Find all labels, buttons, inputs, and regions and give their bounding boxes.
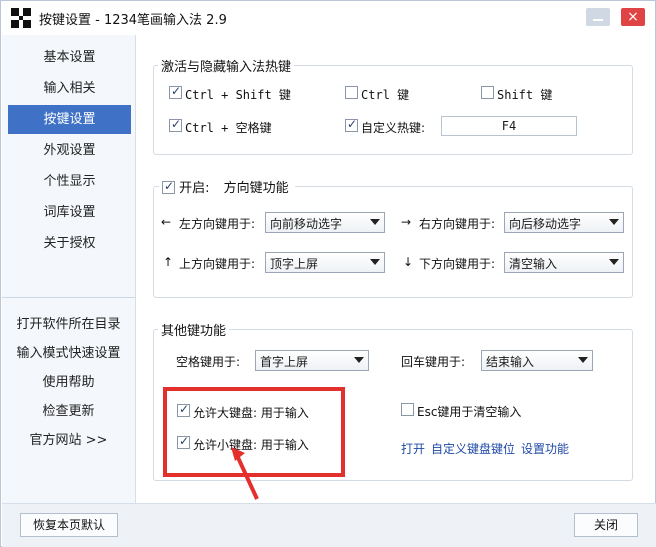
esc-clear-label: Esc键用于清空输入	[417, 405, 522, 419]
open-folder-link[interactable]: 打开软件所在目录	[2, 313, 135, 332]
down-arrow-label: 下方向键用于:	[419, 257, 496, 271]
chevron-down-icon	[354, 357, 364, 363]
esc-clear-checkbox[interactable]	[401, 403, 414, 416]
left-arrow-label: 左方向键用于:	[179, 217, 256, 231]
close-button[interactable]: 关闭	[574, 513, 638, 537]
chevron-down-icon	[578, 357, 588, 363]
restore-defaults-button[interactable]: 恢复本页默认	[20, 513, 118, 537]
sidebar: 基本设置 输入相关 按键设置 外观设置 个性显示 词库设置 关于授权 打开软件所…	[2, 35, 136, 503]
left-arrow-select[interactable]: 向前移动选字	[265, 212, 385, 233]
space-key-select[interactable]: 首字上屏	[255, 350, 369, 371]
sidebar-item-basic[interactable]: 基本设置	[8, 43, 131, 72]
ctrl-label: Ctrl 键	[361, 88, 410, 102]
enter-key-select[interactable]: 结束输入	[481, 350, 593, 371]
chevron-down-icon	[370, 259, 380, 265]
shift-label: Shift 键	[497, 88, 553, 102]
left-arrow-select-value: 向前移动选字	[270, 217, 343, 231]
other-keys-group-title: 其他键功能	[158, 320, 230, 339]
close-window-button[interactable]: ×	[621, 8, 645, 26]
chevron-down-icon	[609, 219, 619, 225]
up-arrow-select-value: 顶字上屏	[270, 257, 319, 271]
down-arrow-icon: ↓	[403, 255, 414, 269]
right-arrow-label: 右方向键用于:	[419, 217, 496, 231]
minimize-button[interactable]	[586, 8, 610, 26]
window-title: 按键设置 - 1234笔画输入法 2.9	[39, 13, 227, 28]
settings-function-link[interactable]: 设置功能	[521, 440, 569, 457]
up-arrow-label: 上方向键用于:	[179, 257, 256, 271]
custom-hotkey-label: 自定义热键:	[361, 121, 426, 135]
ctrl-shift-checkbox[interactable]	[169, 84, 182, 99]
right-arrow-select[interactable]: 向后移动选字	[504, 212, 624, 233]
custom-hotkey-checkbox[interactable]	[345, 117, 358, 132]
space-key-label: 空格键用于:	[176, 355, 241, 369]
ctrl-checkbox[interactable]	[345, 86, 358, 99]
up-arrow-icon: ↑	[163, 255, 174, 269]
website-link[interactable]: 官方网站 >>	[2, 429, 135, 448]
app-logo-icon	[11, 8, 31, 28]
right-arrow-select-value: 向后移动选字	[509, 217, 582, 231]
arrow-keys-group-header: 开启: 方向键功能	[159, 177, 295, 196]
custom-keypad-link[interactable]: 自定义键盘键位	[431, 440, 515, 457]
down-arrow-select-value: 清空输入	[509, 257, 558, 271]
enter-key-select-value: 结束输入	[486, 355, 535, 369]
enter-key-label: 回车键用于:	[401, 355, 466, 369]
hotkey-group-title: 激活与隐藏输入法热键	[158, 56, 295, 75]
hotkey-group	[153, 65, 633, 155]
title-bar: 按键设置 - 1234笔画输入法 2.9 ×	[1, 1, 655, 35]
custom-hotkey-input[interactable]: F4	[441, 116, 577, 136]
chevron-down-icon	[370, 219, 380, 225]
sidebar-item-display[interactable]: 个性显示	[8, 167, 131, 196]
left-arrow-icon: ←	[161, 215, 172, 229]
help-link[interactable]: 使用帮助	[2, 371, 135, 390]
right-arrow-icon: →	[401, 215, 412, 229]
sidebar-item-appearance[interactable]: 外观设置	[8, 136, 131, 165]
down-arrow-select[interactable]: 清空输入	[504, 252, 624, 273]
arrow-keys-enable-label: 开启:	[179, 181, 210, 196]
arrow-keys-group-title: 方向键功能	[223, 181, 289, 196]
up-arrow-select[interactable]: 顶字上屏	[265, 252, 385, 273]
quick-mode-link[interactable]: 输入模式快速设置	[2, 342, 135, 361]
arrow-keys-group	[153, 186, 633, 298]
arrow-keys-enable-checkbox[interactable]	[162, 179, 175, 194]
annotation-arrow-icon	[231, 447, 259, 500]
open-link[interactable]: 打开	[401, 440, 425, 457]
shift-checkbox[interactable]	[481, 86, 494, 99]
ctrl-space-checkbox[interactable]	[169, 117, 182, 132]
sidebar-item-about[interactable]: 关于授权	[8, 229, 131, 258]
sidebar-divider	[2, 297, 135, 298]
sidebar-item-input[interactable]: 输入相关	[8, 74, 131, 103]
bottom-bar: 恢复本页默认 关闭	[2, 503, 656, 547]
sidebar-item-dictionary[interactable]: 词库设置	[8, 198, 131, 227]
settings-window: 按键设置 - 1234笔画输入法 2.9 × 基本设置 输入相关 按键设置 外观…	[0, 0, 656, 547]
sidebar-item-keys[interactable]: 按键设置	[8, 105, 131, 134]
check-update-link[interactable]: 检查更新	[2, 400, 135, 419]
space-key-select-value: 首字上屏	[260, 355, 309, 369]
ctrl-shift-label: Ctrl + Shift 键	[185, 88, 291, 102]
chevron-down-icon	[609, 259, 619, 265]
ctrl-space-label: Ctrl + 空格键	[185, 121, 272, 135]
